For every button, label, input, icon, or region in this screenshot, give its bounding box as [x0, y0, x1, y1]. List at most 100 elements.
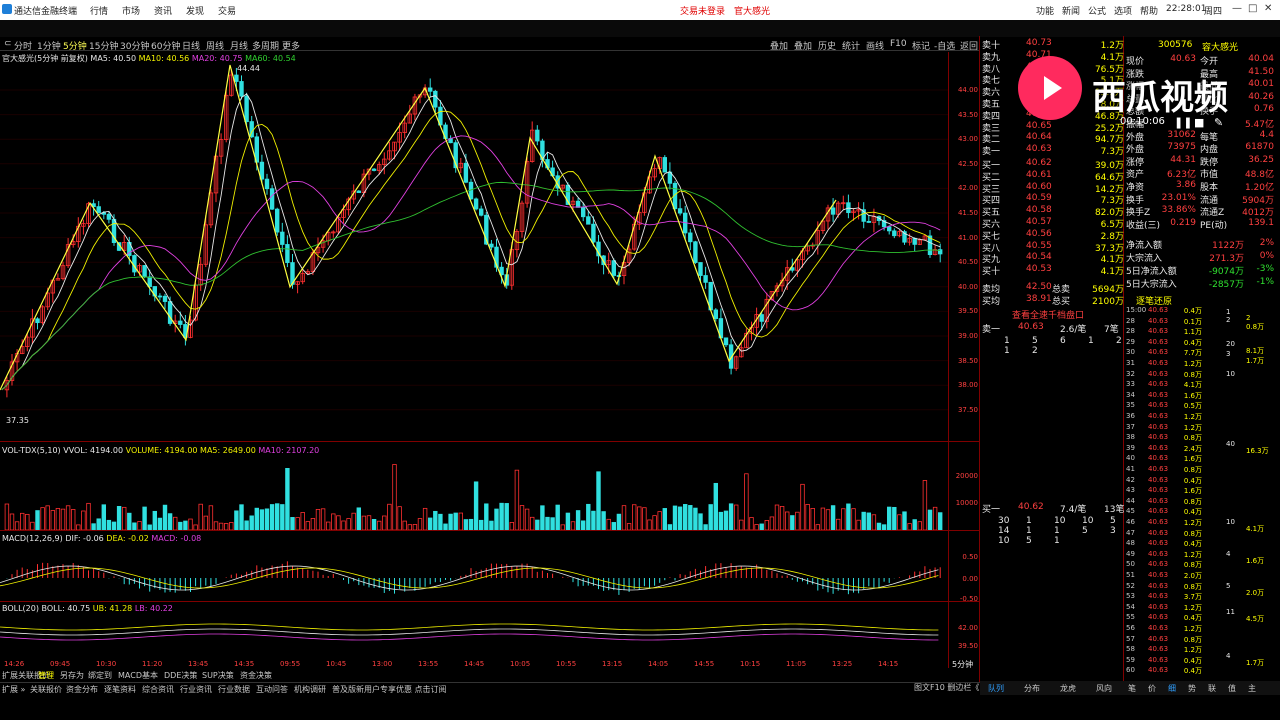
right-tab[interactable]: 势	[1188, 683, 1196, 694]
tick-row: 51 40.63 2.0万	[1126, 571, 1222, 581]
right-tab[interactable]: 联	[1208, 683, 1216, 694]
tick-volume: 0.4万	[1183, 667, 1202, 676]
tool-button[interactable]: 画线	[866, 39, 884, 52]
indicator-tab[interactable]: DDE决策	[164, 670, 197, 681]
menu-item-news2[interactable]: 新闻	[1062, 4, 1080, 17]
quote-value: 36.25	[1248, 154, 1274, 165]
bid-price: 40.59	[1026, 193, 1052, 204]
close-icon[interactable]: ✕	[1264, 3, 1272, 14]
indicator-tab[interactable]: SUP决策	[202, 670, 234, 681]
right-tab[interactable]: 笔	[1128, 683, 1136, 694]
bottom-tab[interactable]: 关联报价	[30, 684, 62, 695]
tick-price: 40.63	[1148, 486, 1169, 495]
period-tab[interactable]: 月线	[230, 39, 248, 52]
tick-volume: 1.2万	[1183, 423, 1202, 432]
right-tab[interactable]: 值	[1228, 683, 1236, 694]
volume-bar	[478, 519, 484, 531]
bottom-tab[interactable]: 行业资讯	[180, 684, 212, 695]
bottom-tab[interactable]: 机构调研	[294, 684, 326, 695]
tool-button[interactable]: 标记	[912, 39, 930, 52]
volume-bar	[586, 503, 591, 531]
tool-button[interactable]: 返回	[960, 39, 978, 52]
stop-icon[interactable]: ■	[1194, 116, 1204, 129]
indicator-tab[interactable]: 扩展	[2, 670, 18, 681]
right-tab[interactable]: 龙虎	[1060, 683, 1076, 694]
bottom-tab[interactable]: 扩展 »	[2, 684, 25, 695]
right-tab[interactable]: 细	[1168, 683, 1176, 694]
quote-value: 41.50	[1248, 66, 1274, 77]
menu-item-market[interactable]: 行情	[90, 4, 108, 17]
candle-body	[478, 208, 484, 216]
tick-row: 36 40.63 1.2万	[1126, 412, 1222, 422]
volume-bar	[769, 516, 775, 531]
period-tab[interactable]: 更多	[282, 39, 300, 52]
minimize-icon[interactable]: —	[1232, 3, 1242, 14]
right-bottom-tabs: 队列 分布 龙虎 风向 笔 价 细 势 联 值 主	[980, 681, 1280, 695]
ask-row: 卖十 40.73 1.2万	[982, 38, 1124, 51]
period-tab[interactable]: 15分钟	[89, 39, 118, 52]
edit-icon[interactable]: ✎	[1214, 116, 1223, 129]
menu-item-function[interactable]: 功能	[1036, 4, 1054, 17]
menu-item-trade[interactable]: 交易	[218, 4, 236, 17]
tool-button[interactable]: 叠加	[794, 39, 812, 52]
volume-bar	[932, 506, 938, 531]
back-icon[interactable]: ⊂	[4, 39, 12, 49]
period-tab[interactable]: 30分钟	[120, 39, 149, 52]
right-tab[interactable]: 风向	[1096, 683, 1112, 694]
pause-icon[interactable]: ❚❚	[1174, 116, 1192, 129]
tick-total: 0.8万	[1246, 323, 1265, 331]
volume-bar	[866, 512, 871, 531]
menu-item-discover[interactable]: 发现	[186, 4, 204, 17]
period-tab[interactable]: 周线	[206, 39, 224, 52]
bottom-tab[interactable]: 普及版新用户专享优惠 点击订阅	[332, 684, 447, 695]
right-tab[interactable]: 主	[1248, 683, 1256, 694]
bottom-tab[interactable]: 综合资讯	[142, 684, 174, 695]
period-tab[interactable]: 多周期	[252, 39, 279, 52]
candle-body	[586, 216, 591, 225]
bottom-tab[interactable]: 逐笔资料	[104, 684, 136, 695]
period-tab[interactable]: 1分钟	[37, 39, 61, 52]
period-tab[interactable]: 60分钟	[151, 39, 180, 52]
tool-button[interactable]: -自选	[934, 39, 955, 52]
bottom-tab[interactable]: 互动问答	[256, 684, 288, 695]
quote-value: 4.4	[1259, 129, 1274, 140]
menu-item-news[interactable]: 资讯	[154, 4, 172, 17]
period-tab[interactable]: 分时	[14, 39, 32, 52]
volume-bar	[922, 480, 928, 531]
tool-button[interactable]: F10	[890, 39, 907, 49]
period-tab[interactable]: 日线	[182, 39, 200, 52]
indicator-tab[interactable]: 资金决策	[240, 670, 272, 681]
right-tab[interactable]: 价	[1148, 683, 1156, 694]
volume-bar	[836, 518, 841, 531]
menu-item-options[interactable]: 选项	[1114, 4, 1132, 17]
volume-bar	[856, 519, 861, 531]
tool-button[interactable]: 历史	[818, 39, 836, 52]
full-depth-link[interactable]: 查看全速千档盘口	[1012, 308, 1084, 321]
vol-axis-tick: 20000	[955, 472, 978, 480]
tick-volume: 1.1万	[1183, 328, 1202, 337]
indicator-tab[interactable]: 另存为	[60, 670, 84, 681]
candle-body	[96, 206, 101, 214]
menu-item-sector[interactable]: 市场	[122, 4, 140, 17]
period-tab-active[interactable]: 5分钟	[63, 39, 87, 52]
kline-chart[interactable]	[0, 60, 948, 680]
f10-toggle[interactable]: 图文F10 删边栏《	[914, 682, 979, 693]
menu-item-formula[interactable]: 公式	[1088, 4, 1106, 17]
right-tab[interactable]: 队列	[988, 683, 1004, 694]
flow-percent: -3%	[1256, 264, 1274, 274]
indicator-tab[interactable]: 绑定到	[88, 670, 112, 681]
volume-bar	[565, 512, 571, 531]
volume-bar	[810, 508, 815, 531]
volume-bar	[229, 522, 234, 531]
bottom-tab[interactable]: 行业数据	[218, 684, 250, 695]
tool-button[interactable]: 统计	[842, 39, 860, 52]
right-tab[interactable]: 分布	[1024, 683, 1040, 694]
menu-item-help[interactable]: 帮助	[1140, 4, 1158, 17]
maximize-icon[interactable]: □	[1248, 3, 1257, 14]
tick-volume: 0.8万	[1183, 635, 1202, 644]
tool-button[interactable]: 叠加	[770, 39, 788, 52]
login-status[interactable]: 交易未登录	[680, 4, 725, 17]
indicator-tab[interactable]: MACD基本	[118, 670, 158, 681]
indicator-tab-active[interactable]: 管理	[38, 670, 54, 681]
bottom-tab[interactable]: 资金分布	[66, 684, 98, 695]
